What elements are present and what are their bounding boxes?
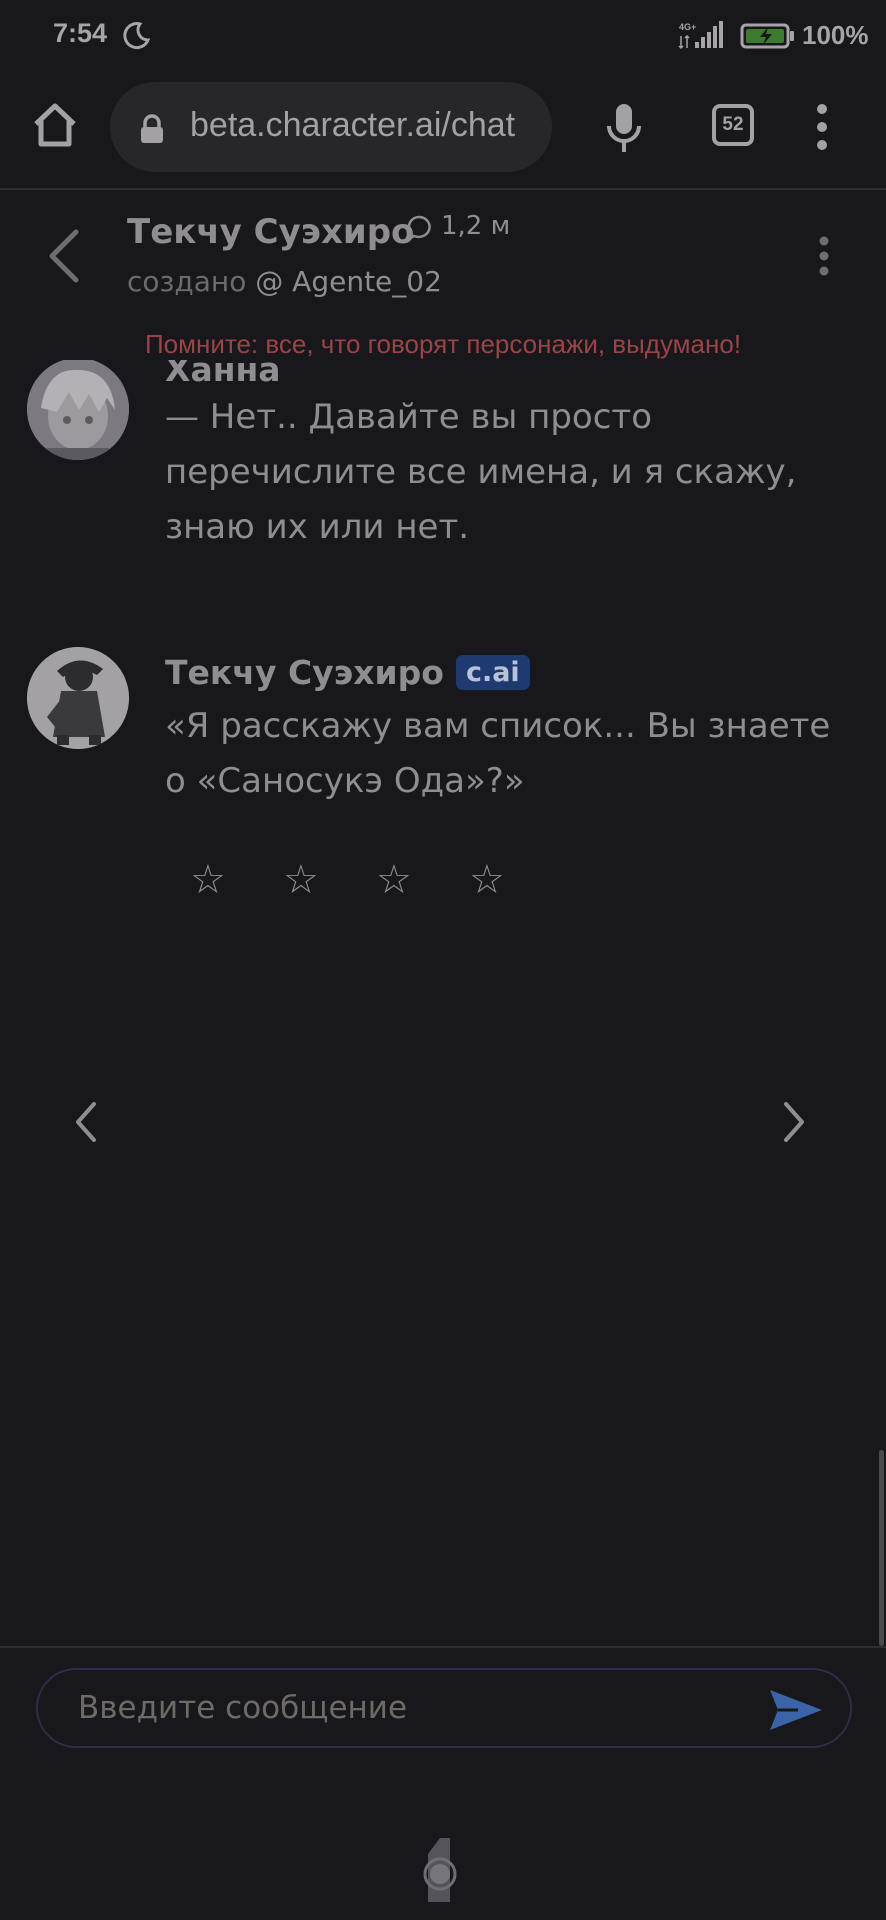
back-arrow-icon[interactable] bbox=[44, 228, 84, 284]
avatar[interactable] bbox=[27, 360, 129, 460]
message-text: — Нет.. Давайте вы просто перечислите вс… bbox=[165, 397, 797, 547]
cai-badge: c.ai bbox=[455, 655, 530, 690]
status-time: 7:54 bbox=[53, 18, 108, 48]
chat-menu-icon[interactable] bbox=[814, 236, 834, 276]
scrollbar[interactable] bbox=[879, 1450, 884, 1646]
rating-star-1[interactable]: ☆ bbox=[190, 857, 226, 903]
avatar[interactable] bbox=[27, 647, 129, 749]
microphone-icon[interactable] bbox=[604, 102, 644, 154]
message-composer bbox=[0, 1646, 886, 1814]
message-list: Ханна — Нет.. Давайте вы просто перечисл… bbox=[0, 360, 886, 1640]
chat-bubble-icon bbox=[406, 215, 431, 242]
message-input[interactable] bbox=[78, 1684, 758, 1732]
creator-link[interactable]: @ Agente_02 bbox=[255, 265, 442, 298]
created-label: создано bbox=[127, 265, 247, 298]
next-response-icon[interactable] bbox=[780, 1098, 810, 1146]
message-author-name: Текчу Суэхиро bbox=[165, 653, 444, 692]
battery-icon bbox=[740, 23, 794, 49]
message-input-box bbox=[36, 1668, 852, 1748]
message-author: Ханна bbox=[165, 360, 281, 389]
browser-menu-icon[interactable] bbox=[812, 104, 832, 150]
battery-percent: 100% bbox=[802, 20, 869, 50]
url-bar[interactable]: beta.character.ai/chat bbox=[110, 82, 552, 172]
url-text: beta.character.ai/chat bbox=[190, 106, 516, 144]
send-icon[interactable] bbox=[768, 1686, 824, 1734]
rating-stars: ☆ ☆ ☆ ☆ bbox=[190, 857, 530, 907]
message-author: Текчу Суэхиро c.ai bbox=[165, 653, 530, 692]
rating-star-2[interactable]: ☆ bbox=[283, 857, 319, 903]
previous-response-icon[interactable] bbox=[70, 1098, 100, 1146]
rating-star-4[interactable]: ☆ bbox=[469, 857, 505, 903]
rating-star-3[interactable]: ☆ bbox=[376, 857, 412, 903]
signal-icon: 4G+ bbox=[678, 21, 723, 50]
message-text: «Я расскажу вам список... Вы знаете о «С… bbox=[165, 706, 831, 801]
lock-icon bbox=[141, 114, 163, 143]
chat-count: 1,2 м bbox=[441, 211, 511, 241]
status-bar: 7:54 4G+ 100% bbox=[0, 0, 886, 72]
browser-toolbar: beta.character.ai/chat 52 bbox=[0, 72, 886, 190]
home-icon[interactable] bbox=[30, 100, 80, 150]
character-name[interactable]: Текчу Суэхиро bbox=[127, 212, 414, 252]
gesture-handle-icon[interactable] bbox=[420, 1838, 468, 1902]
user-avatar-image bbox=[27, 360, 129, 460]
moon-icon bbox=[123, 22, 151, 50]
character-avatar-image bbox=[27, 647, 129, 749]
system-nav-bar bbox=[0, 1816, 886, 1920]
tab-switcher-button[interactable]: 52 bbox=[712, 104, 754, 146]
creator-line: создано @ Agente_02 bbox=[127, 265, 442, 298]
fiction-warning: Помните: все, что говорят персонажи, выд… bbox=[144, 329, 742, 359]
network-type-label: 4G+ bbox=[679, 22, 696, 32]
